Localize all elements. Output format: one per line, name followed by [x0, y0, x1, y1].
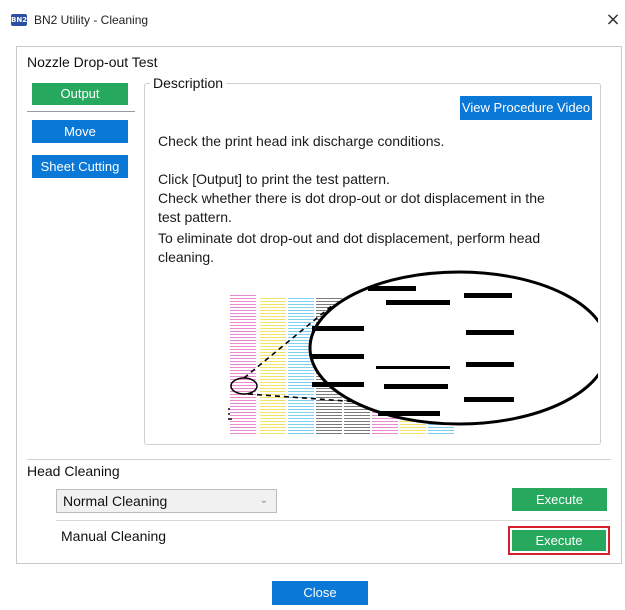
execute-cleaning-button[interactable]: Execute [512, 488, 607, 511]
window-title: BN2 Utility - Cleaning [34, 13, 149, 27]
sheet-cutting-button[interactable]: Sheet Cutting [32, 155, 128, 178]
close-button[interactable]: Close [272, 581, 368, 605]
description-line-6: cleaning. [158, 249, 215, 265]
description-line-1: Check the print head ink discharge condi… [158, 133, 445, 149]
description-line-5: To eliminate dot drop-out and dot displa… [158, 230, 541, 246]
bn2-app-icon: BN2 [11, 14, 28, 26]
cleaning-window: BN2 BN2 Utility - Cleaning × Nozzle Drop… [0, 0, 625, 610]
head-cleaning-divider [27, 459, 611, 460]
nozzle-test-title: Nozzle Drop-out Test [27, 54, 158, 70]
description-line-2: Click [Output] to print the test pattern… [158, 171, 390, 187]
title-bar: BN2 BN2 Utility - Cleaning × [0, 0, 625, 42]
description-legend: Description [150, 75, 227, 91]
head-cleaning-title: Head Cleaning [27, 463, 120, 479]
move-button[interactable]: Move [32, 120, 128, 143]
manual-cleaning-divider [56, 520, 610, 521]
description-line-3: Check whether there is dot drop-out or d… [158, 190, 545, 206]
output-button[interactable]: Output [32, 83, 128, 105]
execute-manual-cleaning-button[interactable]: Execute [512, 530, 606, 551]
view-procedure-video-button[interactable]: View Procedure Video [460, 96, 592, 120]
magnified-view [308, 270, 598, 426]
manual-cleaning-label: Manual Cleaning [61, 528, 167, 544]
divider [27, 111, 135, 112]
test-pattern-illustration [228, 270, 598, 436]
chevron-down-icon: ⌄ [259, 495, 268, 506]
description-line-4: test pattern. [158, 209, 232, 225]
cleaning-type-select[interactable]: Normal Cleaning ⌄ [56, 489, 277, 513]
close-icon[interactable]: × [604, 10, 622, 30]
cleaning-type-value: Normal Cleaning [63, 493, 168, 509]
